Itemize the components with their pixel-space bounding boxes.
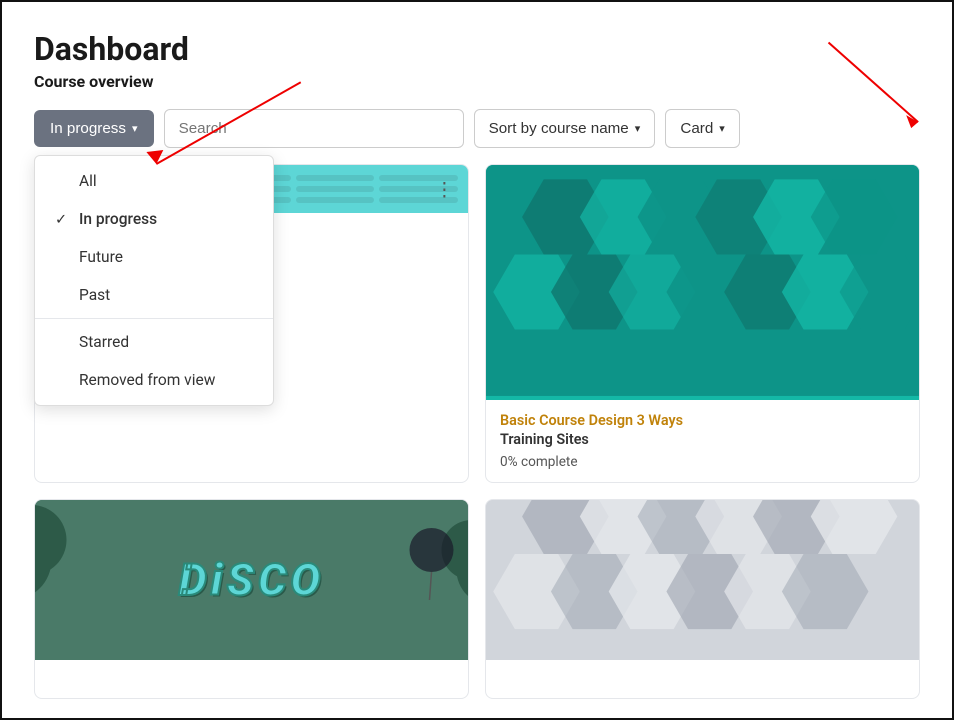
card-subtitle-2: Training Sites xyxy=(500,431,905,448)
card-title-2: Basic Course Design 3 Ways xyxy=(500,412,905,429)
chevron-down-icon: ▾ xyxy=(635,122,641,135)
check-icon xyxy=(55,287,71,304)
filter-dropdown: All ✓ In progress Future Past Starred xyxy=(34,155,274,406)
filter-past-label: Past xyxy=(79,286,110,304)
check-icon xyxy=(55,173,71,190)
card-menu-icon[interactable]: ⋮ xyxy=(435,178,454,201)
filter-future-label: Future xyxy=(79,248,123,266)
disco-text: DiSCO xyxy=(179,553,325,606)
card-view-button[interactable]: Card ▾ xyxy=(665,109,740,148)
card-progress-2: 0% complete xyxy=(500,454,905,470)
course-overview-label: Course overview xyxy=(34,72,920,91)
filter-inprogress-label: In progress xyxy=(79,210,157,228)
filter-all-label: All xyxy=(79,172,97,190)
filter-option-inprogress[interactable]: ✓ In progress xyxy=(35,200,273,238)
progress-filter-button[interactable]: In progress ▾ xyxy=(34,110,154,147)
dropdown-divider xyxy=(35,318,273,319)
filter-option-all[interactable]: All xyxy=(35,162,273,200)
check-icon: ✓ xyxy=(55,211,71,228)
course-card-4[interactable] xyxy=(485,499,920,699)
green-hex-bg xyxy=(486,165,919,400)
check-icon xyxy=(55,372,71,389)
search-input[interactable] xyxy=(164,109,464,148)
filter-removed-label: Removed from view xyxy=(79,371,215,389)
filter-starred-label: Starred xyxy=(79,333,129,351)
chevron-down-icon: ▾ xyxy=(719,122,725,135)
filter-option-future[interactable]: Future xyxy=(35,238,273,276)
sort-label: Sort by course name xyxy=(489,120,629,137)
filter-option-past[interactable]: Past xyxy=(35,276,273,314)
card-body-2: Basic Course Design 3 Ways Training Site… xyxy=(486,400,919,482)
gray-hex-bg xyxy=(486,500,919,660)
card-image-wrapper xyxy=(486,165,919,400)
page-title: Dashboard xyxy=(34,30,920,68)
card-label: Card xyxy=(680,120,713,137)
progress-filter-label: In progress xyxy=(50,120,126,137)
check-icon xyxy=(55,334,71,351)
course-card-2[interactable]: Basic Course Design 3 Ways Training Site… xyxy=(485,164,920,483)
check-icon xyxy=(55,249,71,266)
toolbar: In progress ▾ Sort by course name ▾ Card… xyxy=(34,109,920,148)
filter-option-starred[interactable]: Starred xyxy=(35,323,273,361)
course-card-3[interactable]: DiSCO xyxy=(34,499,469,699)
filter-option-removed[interactable]: Removed from view xyxy=(35,361,273,399)
sort-button[interactable]: Sort by course name ▾ xyxy=(474,109,656,148)
chevron-down-icon: ▾ xyxy=(132,122,138,135)
disco-bg: DiSCO xyxy=(35,500,468,660)
